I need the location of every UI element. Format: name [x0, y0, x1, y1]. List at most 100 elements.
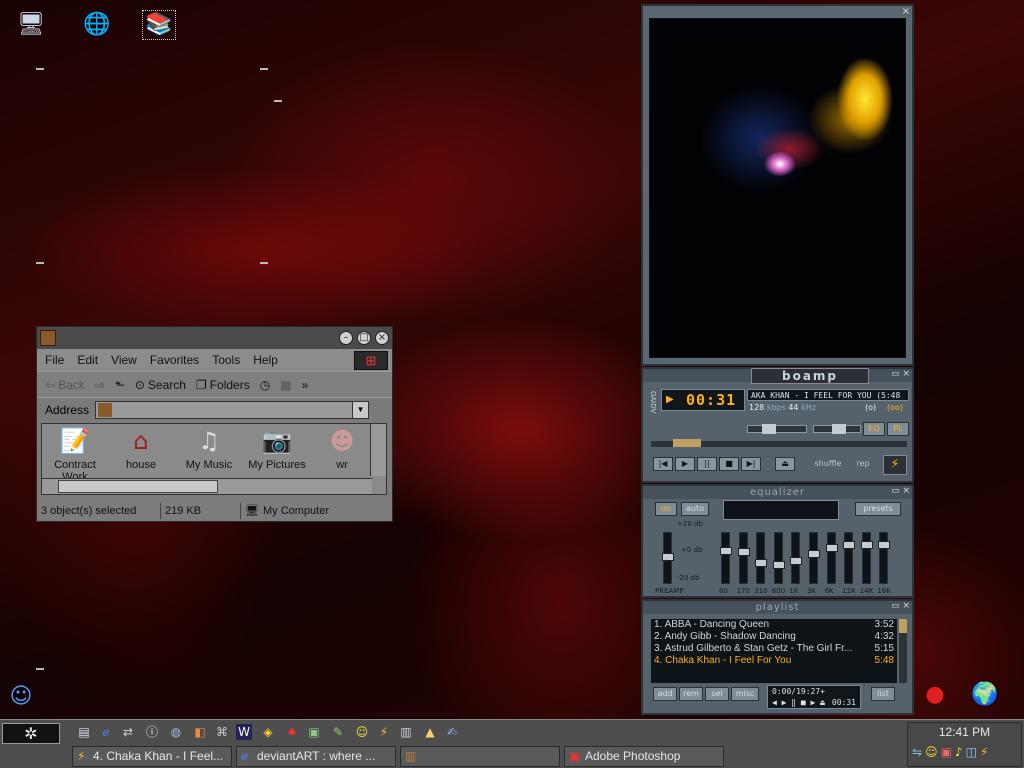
info-quicklaunch-icon[interactable]: ⓘ: [144, 724, 160, 740]
eq-band-knob[interactable]: [755, 558, 768, 567]
pl-rem-button[interactable]: rem: [679, 687, 703, 701]
menu-favorites[interactable]: Favorites: [150, 353, 199, 367]
clock[interactable]: 12:41 PM: [908, 725, 1021, 739]
seek-thumb[interactable]: [673, 439, 701, 447]
history-button[interactable]: ◷: [260, 378, 270, 392]
next-button[interactable]: ▶|: [741, 457, 761, 471]
display-tray-icon[interactable]: ▣: [941, 745, 955, 759]
stop-button[interactable]: ■: [719, 457, 739, 471]
eq-band-knob[interactable]: [720, 547, 732, 556]
task-library-folder[interactable]: ▥: [400, 746, 560, 767]
pl-misc-button[interactable]: misc: [731, 687, 759, 701]
network-quicklaunch-icon[interactable]: ⇄: [120, 724, 136, 740]
file-item-my-pictures[interactable]: 📷 My Pictures: [244, 426, 310, 471]
play-button[interactable]: ▶: [675, 457, 695, 471]
balance-slider[interactable]: [813, 424, 861, 434]
repeat-button[interactable]: rep: [851, 458, 875, 472]
editor-quicklaunch-icon[interactable]: ✍: [444, 724, 460, 740]
search-button[interactable]: ⊙ Search: [135, 378, 186, 392]
maximize-icon[interactable]: □: [357, 331, 371, 345]
up-folder-button[interactable]: ⬑: [115, 378, 125, 392]
mushroom-quicklaunch-icon[interactable]: ♠: [284, 724, 300, 740]
menu-view[interactable]: View: [111, 353, 137, 367]
archive-quicklaunch-icon[interactable]: ◈: [260, 724, 276, 740]
eq-band-knob[interactable]: [737, 547, 750, 556]
file-item-my-music[interactable]: ♫ My Music: [176, 426, 242, 471]
eq-band-knob[interactable]: [772, 561, 785, 570]
eq-band-slider-170[interactable]: [737, 532, 750, 584]
eq-band-knob[interactable]: [808, 549, 820, 558]
prev-button[interactable]: |◀: [653, 457, 673, 471]
eq-band-knob[interactable]: [860, 540, 873, 549]
smiley-quicklaunch-icon[interactable]: ☺: [354, 724, 370, 740]
library-desktop-icon[interactable]: 📚: [142, 10, 176, 40]
start-button[interactable]: ✲: [2, 723, 60, 744]
pl-list-button[interactable]: list: [871, 687, 895, 701]
eq-band-slider-3K[interactable]: [808, 532, 820, 584]
menu-file[interactable]: File: [45, 353, 64, 367]
playlist-row[interactable]: 4. Chaka Khan - I Feel For You 5:48: [651, 655, 897, 667]
file-item-house[interactable]: ⌂ house: [108, 426, 174, 471]
eq-toggle-button[interactable]: EQ: [863, 422, 885, 436]
paint-quicklaunch-icon[interactable]: ✎: [330, 724, 346, 740]
eq-band-slider-1K[interactable]: [790, 532, 803, 584]
toolbar-chevron[interactable]: »: [302, 378, 309, 392]
eq-presets-button[interactable]: presets: [855, 502, 901, 516]
file-item-contract-work[interactable]: 📝 Contract Work: [42, 426, 108, 483]
menu-help[interactable]: Help: [253, 353, 278, 367]
file-item-wr[interactable]: ☻ wr: [312, 426, 372, 471]
eq-band-slider-310[interactable]: [755, 532, 768, 584]
address-dropdown-icon[interactable]: ▼: [352, 401, 369, 418]
my-computer-desktop-icon[interactable]: 🖥: [14, 10, 48, 40]
back-button[interactable]: ⇦ Back: [45, 378, 85, 392]
minimize-icon[interactable]: –: [339, 331, 353, 345]
winamp-tray-icon[interactable]: ⚡: [980, 745, 991, 759]
preamp-knob[interactable]: [662, 552, 674, 561]
word-quicklaunch-icon[interactable]: W: [236, 724, 252, 740]
eq-band-slider-600[interactable]: [772, 532, 785, 584]
folders-button[interactable]: ❐ Folders: [196, 378, 250, 392]
eq-band-slider-14K[interactable]: [860, 532, 873, 584]
eq-band-knob[interactable]: [843, 540, 856, 549]
winamp-bolt-icon[interactable]: ⚡: [883, 455, 907, 475]
playlist-scroll-thumb[interactable]: [899, 619, 907, 633]
network-places-quicklaunch-icon[interactable]: ⌘: [214, 724, 230, 740]
shuffle-button[interactable]: shuffle: [807, 458, 849, 472]
tray-icons[interactable]: ⇋☺▣♪◫⚡: [912, 745, 991, 759]
playlist-row[interactable]: 3. Astrud Gilberto & Stan Getz - The Gir…: [651, 643, 897, 655]
eject-button[interactable]: ⏏: [775, 457, 795, 471]
smiley-tray-icon[interactable]: ☺: [925, 745, 941, 759]
playlist-row[interactable]: 1. ABBA - Dancing Queen 3:52: [651, 619, 897, 631]
playlist-mini-controls[interactable]: ◀ ▶ ‖ ■ ▶ ⏏: [772, 698, 825, 707]
pl-toggle-button[interactable]: PL: [887, 422, 909, 436]
task-photoshop[interactable]: ▣ Adobe Photoshop: [564, 746, 724, 767]
scroll-thumb[interactable]: [58, 480, 218, 493]
views-button[interactable]: ▦: [280, 378, 291, 392]
address-input[interactable]: ▼: [95, 400, 370, 419]
volume-slider[interactable]: [747, 424, 807, 434]
forward-button[interactable]: ⇨: [95, 378, 105, 392]
eq-band-slider-6K[interactable]: [825, 532, 838, 584]
seek-bar[interactable]: [651, 439, 907, 447]
menu-tools[interactable]: Tools: [212, 353, 240, 367]
eq-band-slider-16K[interactable]: [878, 532, 891, 584]
playlist-scrollbar[interactable]: [899, 619, 907, 683]
playlist-row[interactable]: 2. Andy Gibb - Shadow Dancing 4:32: [651, 631, 897, 643]
ie-quicklaunch-icon[interactable]: ℯ: [98, 724, 114, 740]
vis-close-icon[interactable]: ×: [902, 6, 910, 17]
eq-band-knob[interactable]: [878, 540, 891, 549]
horizontal-scrollbar[interactable]: [42, 478, 372, 494]
balance-knob[interactable]: [832, 424, 846, 434]
explorer-titlebar[interactable]: – □ ×: [37, 327, 392, 349]
image-quicklaunch-icon[interactable]: ▣: [306, 724, 322, 740]
starfleet-quicklaunch-icon[interactable]: ▲: [422, 724, 438, 740]
globe-quicklaunch-icon[interactable]: ◍: [168, 724, 184, 740]
pl-add-button[interactable]: add: [653, 687, 677, 701]
monitor-tray-icon[interactable]: ◫: [966, 745, 980, 759]
app-quicklaunch-icon[interactable]: ◧: [192, 724, 208, 740]
eq-band-knob[interactable]: [790, 557, 803, 566]
vertical-scrollbar[interactable]: [370, 424, 386, 476]
eq-band-slider-12K[interactable]: [843, 532, 856, 584]
preamp-slider[interactable]: [662, 532, 674, 584]
close-icon[interactable]: ×: [375, 331, 389, 345]
